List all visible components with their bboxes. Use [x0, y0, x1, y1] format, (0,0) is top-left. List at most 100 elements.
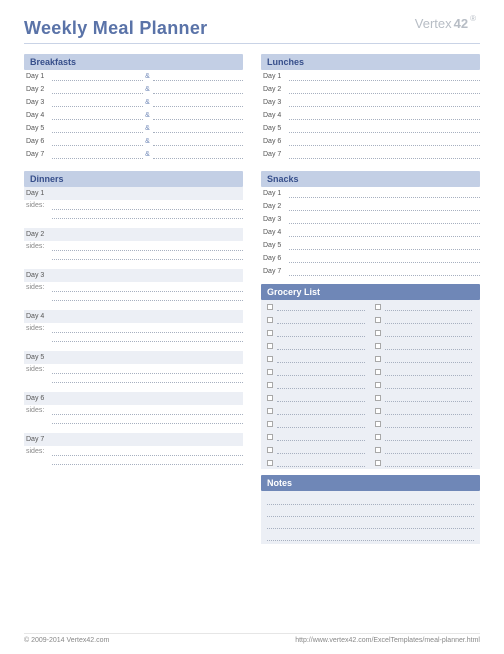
input-line[interactable] [289, 267, 480, 276]
input-line[interactable] [385, 432, 473, 441]
checkbox-icon[interactable] [375, 330, 381, 336]
input-line[interactable] [289, 228, 480, 237]
input-line[interactable] [153, 85, 244, 94]
checkbox-icon[interactable] [375, 421, 381, 427]
checkbox-icon[interactable] [375, 382, 381, 388]
input-line[interactable] [385, 458, 473, 467]
input-line[interactable] [52, 211, 243, 219]
input-line[interactable] [277, 302, 365, 311]
input-line[interactable] [52, 334, 243, 342]
input-line[interactable] [385, 302, 473, 311]
grocery-item[interactable] [371, 378, 479, 391]
grocery-item[interactable] [371, 430, 479, 443]
input-line[interactable] [385, 445, 473, 454]
input-line[interactable] [277, 432, 365, 441]
checkbox-icon[interactable] [267, 330, 273, 336]
input-line[interactable] [52, 98, 143, 107]
input-line[interactable] [277, 380, 365, 389]
input-line[interactable] [289, 85, 480, 94]
input-line[interactable] [153, 150, 244, 159]
input-line[interactable] [385, 393, 473, 402]
input-line[interactable] [153, 137, 244, 146]
input-line[interactable] [289, 202, 480, 211]
input-line[interactable] [385, 315, 473, 324]
input-line[interactable] [52, 284, 243, 292]
grocery-item[interactable] [371, 456, 479, 469]
input-line[interactable] [52, 124, 143, 133]
input-line[interactable] [289, 98, 480, 107]
input-line[interactable] [385, 328, 473, 337]
input-line[interactable] [277, 445, 365, 454]
checkbox-icon[interactable] [375, 447, 381, 453]
grocery-item[interactable] [371, 326, 479, 339]
grocery-item[interactable] [263, 430, 371, 443]
grocery-item[interactable] [371, 352, 479, 365]
grocery-item[interactable] [263, 404, 371, 417]
input-line[interactable] [277, 315, 365, 324]
checkbox-icon[interactable] [267, 343, 273, 349]
input-line[interactable] [289, 150, 480, 159]
input-line[interactable] [153, 98, 244, 107]
input-line[interactable] [52, 150, 143, 159]
input-line[interactable] [289, 241, 480, 250]
checkbox-icon[interactable] [375, 369, 381, 375]
checkbox-icon[interactable] [375, 408, 381, 414]
checkbox-icon[interactable] [267, 447, 273, 453]
input-line[interactable] [52, 72, 143, 81]
input-line[interactable] [277, 367, 365, 376]
checkbox-icon[interactable] [375, 460, 381, 466]
input-line[interactable] [289, 72, 480, 81]
input-line[interactable] [277, 341, 365, 350]
input-line[interactable] [52, 202, 243, 210]
checkbox-icon[interactable] [375, 317, 381, 323]
grocery-item[interactable] [371, 417, 479, 430]
input-line[interactable] [52, 243, 243, 251]
input-line[interactable] [385, 419, 473, 428]
input-line[interactable] [52, 111, 143, 120]
notes-line[interactable] [267, 517, 474, 529]
input-line[interactable] [277, 328, 365, 337]
grocery-item[interactable] [263, 391, 371, 404]
input-line[interactable] [52, 407, 243, 415]
input-line[interactable] [52, 457, 243, 465]
input-line[interactable] [52, 366, 243, 374]
input-line[interactable] [52, 293, 243, 301]
input-line[interactable] [277, 354, 365, 363]
input-line[interactable] [385, 406, 473, 415]
checkbox-icon[interactable] [267, 317, 273, 323]
checkbox-icon[interactable] [375, 395, 381, 401]
input-line[interactable] [277, 458, 365, 467]
grocery-item[interactable] [371, 391, 479, 404]
checkbox-icon[interactable] [375, 434, 381, 440]
input-line[interactable] [52, 137, 143, 146]
grocery-item[interactable] [263, 313, 371, 326]
checkbox-icon[interactable] [375, 343, 381, 349]
input-line[interactable] [289, 189, 480, 198]
grocery-item[interactable] [263, 339, 371, 352]
checkbox-icon[interactable] [267, 369, 273, 375]
input-line[interactable] [52, 448, 243, 456]
grocery-item[interactable] [263, 417, 371, 430]
grocery-item[interactable] [371, 404, 479, 417]
input-line[interactable] [277, 406, 365, 415]
input-line[interactable] [153, 124, 244, 133]
grocery-item[interactable] [263, 326, 371, 339]
grocery-item[interactable] [371, 365, 479, 378]
grocery-item[interactable] [263, 365, 371, 378]
input-line[interactable] [289, 254, 480, 263]
checkbox-icon[interactable] [375, 304, 381, 310]
input-line[interactable] [289, 111, 480, 120]
grocery-item[interactable] [371, 300, 479, 313]
grocery-item[interactable] [263, 378, 371, 391]
checkbox-icon[interactable] [267, 408, 273, 414]
input-line[interactable] [385, 380, 473, 389]
grocery-item[interactable] [263, 300, 371, 313]
checkbox-icon[interactable] [267, 395, 273, 401]
grocery-item[interactable] [263, 456, 371, 469]
input-line[interactable] [277, 393, 365, 402]
grocery-item[interactable] [263, 352, 371, 365]
input-line[interactable] [153, 72, 244, 81]
input-line[interactable] [153, 111, 244, 120]
grocery-item[interactable] [371, 339, 479, 352]
input-line[interactable] [52, 252, 243, 260]
